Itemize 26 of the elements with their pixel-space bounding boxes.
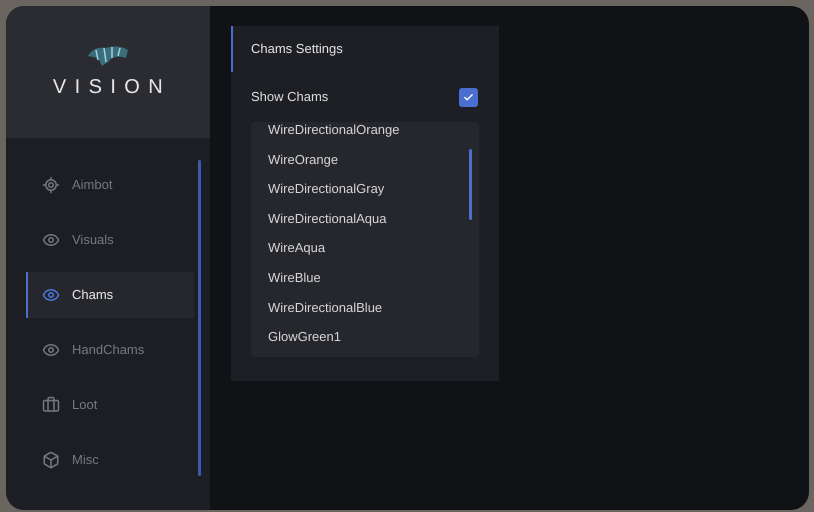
sidebar-item[interactable]: Chams [26, 272, 194, 318]
sidebar-item[interactable]: Aimbot [26, 162, 194, 208]
list-item[interactable]: WireBlue [251, 262, 479, 293]
checkbox[interactable] [459, 88, 478, 106]
list-item[interactable]: GlowGreen1 [251, 322, 479, 352]
panel-title: Chams Settings [231, 26, 499, 72]
sidebar-item[interactable]: Misc [26, 437, 194, 483]
eye-icon [42, 341, 60, 359]
sidebar-item[interactable]: Visuals [26, 217, 194, 263]
list-item[interactable]: WireDirectionalGray [251, 174, 479, 204]
eye-icon [42, 231, 60, 249]
list-item[interactable]: WireDirectionalAqua [251, 204, 479, 234]
check-icon [463, 92, 474, 102]
list-item[interactable]: WireDirectionalBlue [251, 292, 479, 322]
eye-icon [42, 286, 60, 304]
list-item[interactable]: WireDirectionalOrange [251, 115, 479, 145]
list-scrollbar [469, 149, 472, 220]
checkbox-label: Show Chams [251, 88, 328, 106]
sidebar-item[interactable]: HandChams [26, 327, 194, 373]
list-item[interactable]: WireAqua [251, 233, 479, 263]
crosshair-icon [42, 176, 60, 194]
list-item[interactable]: WireOrange [251, 144, 479, 174]
sidebar-item[interactable]: Loot [26, 382, 194, 428]
cube-icon [42, 451, 60, 469]
logo-text: VISION [52, 75, 172, 100]
briefcase-icon [42, 396, 60, 414]
